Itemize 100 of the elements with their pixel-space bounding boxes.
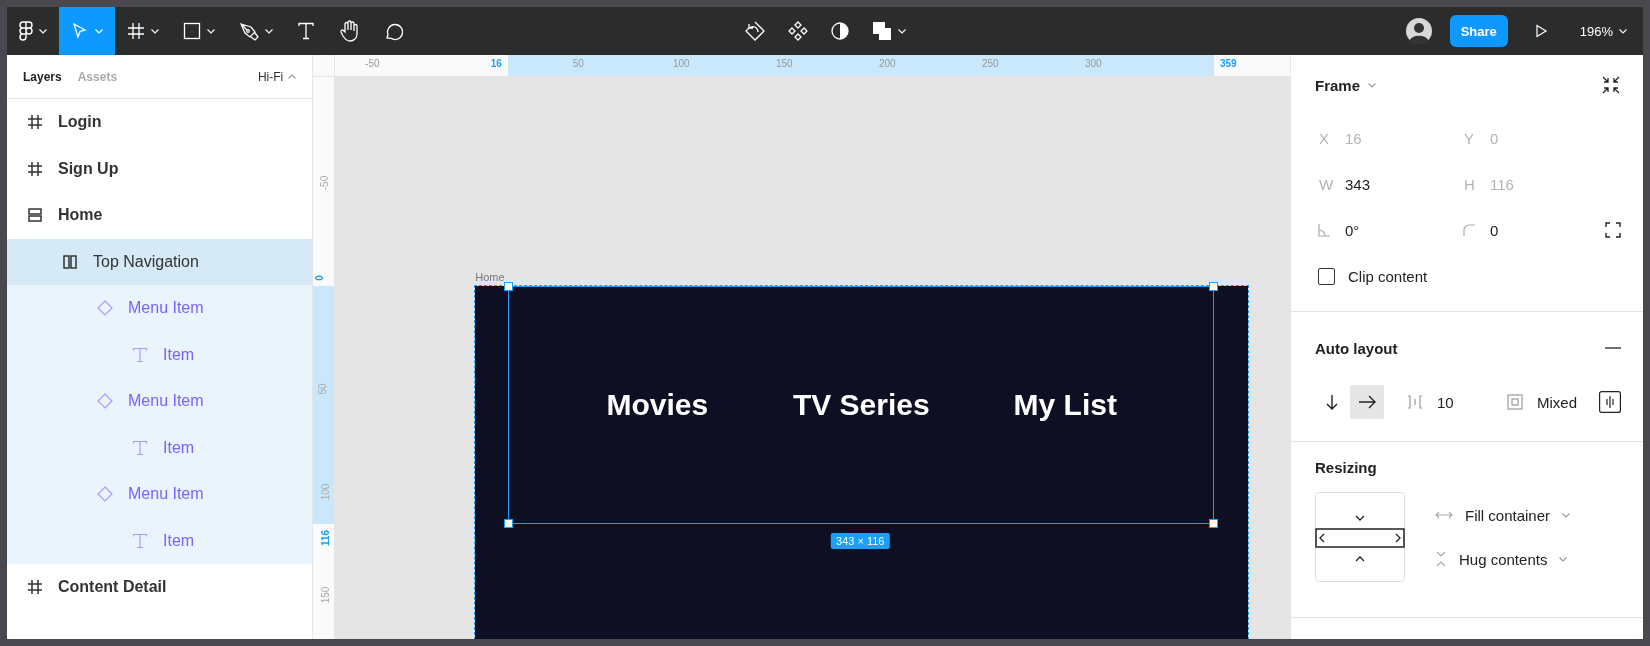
caret-icon	[288, 74, 297, 79]
panel-tab[interactable]: Layers	[23, 69, 62, 84]
height-dropdown[interactable]: Hug contents	[1435, 550, 1571, 568]
corners-icon[interactable]	[1605, 222, 1621, 238]
page-dropdown[interactable]: Hi-Fi	[257, 69, 297, 84]
ruler-label: 16	[490, 58, 502, 69]
ruler-label: 116	[319, 529, 331, 547]
spacing-icon	[1407, 394, 1423, 410]
resize-handle[interactable]	[1209, 282, 1219, 291]
checkbox[interactable]	[1318, 267, 1335, 285]
number-field[interactable]: 0	[1460, 221, 1605, 239]
text-icon	[132, 346, 148, 363]
layer-row[interactable]: Login	[7, 99, 313, 146]
diamond-icon	[97, 300, 113, 317]
corner-radius-icon	[1462, 223, 1476, 237]
pen-icon	[239, 21, 259, 41]
spacing-field[interactable]: 10	[1407, 393, 1507, 411]
diamond-arrow-icon	[744, 20, 766, 42]
text-icon	[132, 439, 148, 456]
caret-icon	[265, 28, 273, 34]
caret-icon	[95, 28, 103, 34]
layer-row[interactable]: Home	[7, 192, 313, 239]
layer-row[interactable]: Top Navigation	[7, 238, 313, 285]
layer-row[interactable]: Item	[7, 424, 313, 471]
ruler-label: 150	[775, 58, 793, 69]
clip-checkbox[interactable]: Clip content	[1318, 253, 1621, 299]
overlap-squares-icon	[872, 21, 892, 41]
resizing-widget[interactable]	[1315, 492, 1405, 582]
number-field[interactable]: W 343	[1315, 175, 1460, 193]
frame-label[interactable]: Home	[475, 271, 505, 283]
stack-vertical-icon	[27, 207, 43, 224]
nav-item: My List	[1012, 388, 1118, 422]
layer-row[interactable]: Content Detail	[7, 564, 313, 611]
frame-icon	[27, 160, 43, 177]
ruler-label: 100	[320, 483, 332, 501]
text-icon	[132, 532, 148, 549]
size-badge: 343 × 116	[831, 533, 890, 549]
caret-icon	[39, 28, 47, 34]
cursor-icon	[71, 22, 89, 40]
half-circle-icon	[830, 21, 850, 41]
ruler-label: -50	[319, 175, 330, 191]
angle-icon	[1317, 223, 1331, 237]
section-title: Auto layout	[1315, 339, 1398, 357]
stack-horizontal-icon	[62, 253, 78, 270]
horizontal-direction-button[interactable]	[1350, 385, 1384, 419]
rectangle-icon	[183, 22, 201, 40]
layer-row[interactable]: Item	[7, 331, 313, 378]
number-field[interactable]: 0°	[1315, 221, 1460, 239]
ruler-label: 0	[314, 275, 326, 281]
layer-row[interactable]: Menu Item	[7, 285, 313, 332]
frame[interactable]	[475, 286, 1249, 639]
layer-row[interactable]: Menu Item	[7, 378, 313, 425]
ruler-label: 300	[1084, 58, 1102, 69]
layer-row[interactable]: Item	[7, 517, 313, 564]
nav-item: Movies	[605, 388, 710, 422]
vertical-arrows-icon	[1435, 551, 1447, 567]
zoom-dropdown[interactable]: 196%	[1573, 22, 1633, 40]
caret-icon	[151, 28, 159, 34]
frame-icon	[127, 22, 145, 40]
alignment-icon[interactable]	[1599, 391, 1621, 413]
logo-icon	[19, 21, 33, 41]
frame-icon	[27, 579, 43, 596]
ruler-label: 100	[672, 58, 690, 69]
ruler-label: 359	[1219, 58, 1237, 69]
caret-icon	[1368, 82, 1377, 88]
component-icon	[788, 21, 808, 41]
layer-row[interactable]: Sign Up	[7, 145, 313, 192]
avatar-icon[interactable]	[1405, 18, 1432, 44]
frame-icon	[27, 114, 43, 131]
ruler-label: -50	[365, 58, 380, 69]
arrow-down-icon	[1325, 394, 1339, 410]
resize-handle[interactable]	[504, 519, 514, 528]
caret-icon	[1562, 512, 1571, 518]
section-title[interactable]: Frame	[1315, 76, 1377, 94]
caret-icon	[1619, 28, 1627, 34]
ruler-label: 200	[878, 58, 896, 69]
resize-handle[interactable]	[1209, 519, 1219, 528]
width-dropdown[interactable]: Fill container	[1435, 506, 1571, 524]
diamond-icon	[97, 486, 113, 503]
ruler-label: 50	[317, 383, 329, 395]
hand-icon	[339, 20, 359, 42]
ruler-label: 150	[320, 586, 332, 604]
comment-icon	[383, 21, 403, 41]
ruler-label: 50	[572, 58, 584, 69]
padding-field[interactable]: Mixed	[1507, 393, 1597, 411]
play-icon[interactable]	[1533, 24, 1548, 38]
layer-row[interactable]: Menu Item	[7, 471, 313, 518]
collapse-icon[interactable]	[1601, 75, 1621, 95]
ruler-label: 250	[981, 58, 999, 69]
resize-handle[interactable]	[504, 282, 514, 291]
arrow-right-icon	[1358, 395, 1376, 409]
padding-icon	[1507, 394, 1523, 410]
horizontal-arrows-icon	[1435, 510, 1453, 520]
section-title: Resizing	[1315, 458, 1377, 476]
caret-icon	[898, 28, 906, 34]
diamond-icon	[97, 393, 113, 410]
nav-item: TV Series	[791, 388, 931, 422]
caret-icon	[1559, 556, 1568, 562]
caret-icon	[207, 28, 215, 34]
text-icon	[297, 22, 315, 40]
